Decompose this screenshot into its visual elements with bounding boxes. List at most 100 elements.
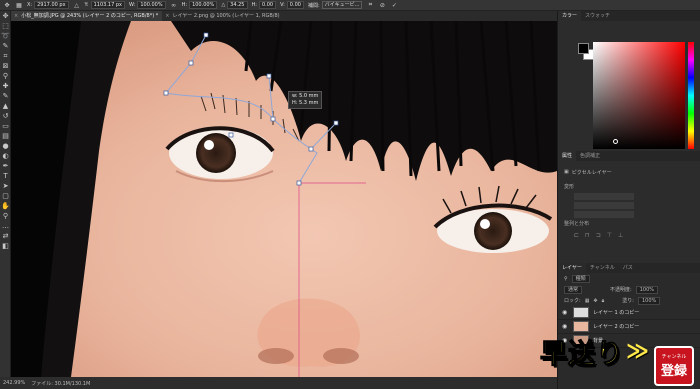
warp-icon[interactable]: ⌗: [366, 1, 374, 9]
color-field[interactable]: [593, 42, 685, 149]
color-picker-ring[interactable]: [613, 139, 618, 144]
search-icon: ⚲: [564, 275, 568, 282]
zoom-icon[interactable]: ⚲: [0, 211, 11, 221]
tab-paths[interactable]: パス: [619, 263, 637, 273]
healing-icon[interactable]: ✚: [0, 81, 11, 91]
transform-xy-row: [574, 202, 634, 209]
close-icon[interactable]: ×: [165, 11, 169, 21]
blend-row: 通常 不透明度: 100%: [558, 284, 700, 295]
gradient-icon[interactable]: ▤: [0, 131, 11, 141]
y-field[interactable]: Y: 1103.17 px: [85, 1, 126, 9]
commit-icon[interactable]: ✓: [390, 1, 398, 9]
options-bar: ✥ ▦ X: 2917.00 px △ Y: 1103.17 px W: 100.00…: [0, 0, 700, 11]
transform-section-header[interactable]: 変形: [558, 183, 700, 191]
blend-mode-select[interactable]: 通常: [564, 285, 583, 294]
document-canvas[interactable]: w: 5.0 mm H: 5.3 mm: [11, 21, 557, 377]
frame-icon[interactable]: ⊠: [0, 61, 11, 71]
fast-forward-overlay: 早送り ≫: [540, 332, 650, 371]
x-field[interactable]: X: 2917.00 px: [27, 1, 69, 9]
eyedropper-icon[interactable]: ⚲: [0, 71, 11, 81]
lasso-icon[interactable]: ➰: [0, 31, 11, 41]
align-right-icon[interactable]: ⊐: [596, 232, 601, 239]
document-tabs: × 小松_無加調.JPG @ 243% (レイヤー 2 のコピー, RGB/8*)…: [11, 11, 571, 21]
vskew-field[interactable]: V: 0.00: [280, 1, 304, 9]
hand-icon[interactable]: ✋: [0, 201, 11, 211]
align-middle-icon[interactable]: ⊥: [618, 232, 623, 239]
shape-icon[interactable]: ▢: [0, 191, 11, 201]
history-brush-icon[interactable]: ↺: [0, 111, 11, 121]
transform-wh-row: [574, 193, 634, 200]
zoom-readout[interactable]: 242.99%: [3, 380, 25, 386]
swap-colors-icon[interactable]: ⇄: [0, 231, 11, 241]
hskew-field[interactable]: H: 0.00: [252, 1, 277, 9]
blur-icon[interactable]: ●: [0, 141, 11, 151]
file-size-readout: ファイル: 30.1M/130.1M: [31, 380, 91, 387]
photoshop-window: ✥ ▦ X: 2917.00 px △ Y: 1103.17 px W: 100.00…: [0, 0, 700, 389]
visibility-eye-icon[interactable]: ◉: [562, 323, 569, 330]
tab-adjustments[interactable]: 色調補正: [576, 151, 604, 161]
pixel-layer-row: ▣ ピクセルレイヤー: [564, 169, 612, 176]
eraser-icon[interactable]: ▭: [0, 121, 11, 131]
interpolation-field[interactable]: 補間: バイキュービ...: [308, 1, 363, 9]
h-field[interactable]: H: 100.00%: [182, 1, 218, 9]
layer-filter-row: ⚲ 種類: [558, 273, 700, 284]
lock-all-icon[interactable]: 🔒︎: [602, 298, 605, 304]
align-section-header[interactable]: 整列と分布: [558, 220, 700, 228]
foreground-color-swatch[interactable]: [578, 43, 589, 54]
tools-panel: ✥ ⬚ ➰ ✎ ⌗ ⊠ ⚲ ✚ ✎ ▲ ↺ ▭ ▤ ● ◐ ✒ T ➤ ▢ ✋ …: [0, 11, 11, 389]
w-field[interactable]: W: 100.00%: [129, 1, 166, 9]
properties-tabs: 属性 色調補正: [558, 151, 700, 161]
path-select-icon[interactable]: ➤: [0, 181, 11, 191]
hue-slider[interactable]: [688, 42, 694, 149]
layer-thumbnail: [573, 307, 589, 318]
tab-channels[interactable]: チャンネル: [586, 263, 619, 273]
reference-point-icon[interactable]: ▦: [15, 1, 23, 9]
delta-icon[interactable]: △: [73, 1, 81, 9]
face-photo: [11, 21, 557, 377]
visibility-eye-icon[interactable]: ◉: [562, 309, 569, 316]
pen-icon[interactable]: ✒: [0, 161, 11, 171]
status-bar: 242.99% ファイル: 30.1M/130.1M: [0, 377, 557, 389]
lock-position-icon[interactable]: ✥: [593, 298, 597, 304]
align-left-icon[interactable]: ⊏: [574, 232, 579, 239]
size-tooltip: w: 5.0 mm H: 5.3 mm: [288, 91, 323, 109]
lock-pixels-icon[interactable]: ▦: [585, 298, 590, 304]
tab-swatches[interactable]: スウォッチ: [581, 11, 614, 21]
brush-icon[interactable]: ✎: [0, 91, 11, 101]
subscribe-button[interactable]: チャンネル 登録: [654, 346, 694, 386]
tab-doc-1[interactable]: × 小松_無加調.JPG @ 243% (レイヤー 2 のコピー, RGB/8*)…: [11, 11, 163, 21]
fast-forward-icon: ≫: [626, 339, 650, 364]
color-panel: [558, 21, 700, 151]
layer-row[interactable]: ◉ レイヤー 1 のコピー: [558, 306, 700, 320]
align-top-icon[interactable]: ⊤: [607, 232, 612, 239]
move-icon[interactable]: ✥: [0, 11, 11, 21]
move-tool-icon[interactable]: ✥: [3, 1, 11, 9]
cancel-icon[interactable]: ⊘: [378, 1, 386, 9]
align-icons: ⊏ ⊓ ⊐ ⊤ ⊥: [558, 232, 700, 239]
fill-field[interactable]: 100%: [637, 296, 661, 305]
transform-angle-row: [574, 211, 634, 218]
tab-properties[interactable]: 属性: [558, 151, 577, 161]
layer-thumbnail: [573, 321, 589, 332]
close-icon[interactable]: ×: [14, 11, 18, 21]
pixel-layer-icon: ▣: [564, 169, 569, 175]
tab-layers[interactable]: レイヤー: [558, 263, 586, 273]
layer-kind-select[interactable]: 種類: [571, 274, 590, 283]
color-panel-tabs: カラー スウォッチ: [558, 11, 700, 21]
layers-panel-tabs: レイヤー チャンネル パス: [558, 263, 700, 273]
tab-color[interactable]: カラー: [558, 11, 582, 21]
lock-row: ロック: ▦ ✥ 🔒︎ 塗り: 100%: [558, 295, 700, 306]
link-icon[interactable]: ∞: [170, 1, 178, 9]
align-center-icon[interactable]: ⊓: [585, 232, 590, 239]
tab-doc-2[interactable]: × レイヤー 2.png @ 100% (レイヤー 1, RGB/8): [162, 11, 283, 21]
type-icon[interactable]: T: [0, 171, 11, 181]
more-tools-icon[interactable]: …: [0, 221, 11, 231]
color-swatch-icon[interactable]: ◧: [0, 241, 11, 251]
angle-field[interactable]: △ 34.25: [221, 1, 248, 9]
stamp-icon[interactable]: ▲: [0, 101, 11, 111]
marquee-icon[interactable]: ⬚: [0, 21, 11, 31]
crop-icon[interactable]: ⌗: [0, 51, 11, 61]
opacity-field[interactable]: 100%: [635, 285, 658, 294]
dodge-icon[interactable]: ◐: [0, 151, 11, 161]
quick-select-icon[interactable]: ✎: [0, 41, 11, 51]
